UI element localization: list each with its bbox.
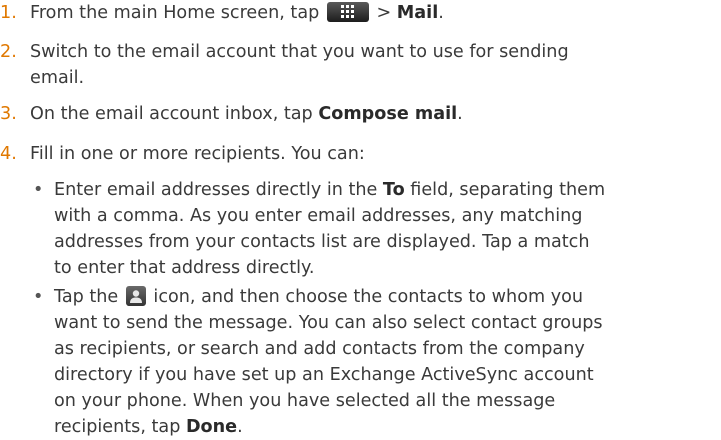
step-text-part: From the main Home screen, tap	[30, 3, 320, 23]
step-text: From the main Home screen, tap > Mail.	[30, 0, 720, 26]
bullet-text-line: as recipients, or search and add contact…	[54, 339, 585, 359]
done-label: Done	[185, 417, 238, 437]
text-part: Enter email addresses directly in the	[54, 180, 383, 200]
step-number: 1.	[0, 3, 17, 23]
compose-mail-label: Compose mail	[318, 104, 458, 124]
step-text-part: .	[457, 104, 463, 124]
step-number: 4.	[0, 144, 17, 164]
bullet-marker: •	[33, 287, 44, 307]
contact-person-icon	[125, 286, 146, 306]
mail-label: Mail	[396, 3, 439, 23]
step-number: 3.	[0, 104, 17, 124]
text-part: Tap the	[54, 287, 124, 307]
bullet-text-line: want to send the message. You can also s…	[54, 313, 603, 333]
bullet-text-line: on your phone. When you have selected al…	[54, 391, 556, 411]
step-text-line: email.	[30, 68, 85, 88]
step-text: Switch to the email account that you wan…	[30, 39, 720, 91]
bullet-text-line: recipients, tap Done.	[54, 414, 719, 440]
bullet-text-line: Enter email addresses directly in the To…	[54, 177, 719, 203]
bullet-text-line: directory if you have set up an Exchange…	[54, 365, 594, 385]
step-text-line: Switch to the email account that you wan…	[30, 42, 569, 62]
bullet-text-line: Tap the icon, and then choose the contac…	[54, 284, 719, 310]
step-text: On the email account inbox, tap Compose …	[30, 101, 720, 127]
step-text-part: >	[376, 3, 397, 23]
bullet-text: Enter email addresses directly in the To…	[54, 177, 719, 281]
bullet-text: Tap the icon, and then choose the contac…	[54, 284, 719, 440]
bullet-text-line: to enter that address directly.	[54, 258, 315, 278]
step-text-part: .	[438, 3, 444, 23]
text-part: field, separating them	[404, 180, 606, 200]
bullet-marker: •	[33, 180, 44, 200]
step-number: 2.	[0, 42, 17, 62]
text-part: icon, and then choose the contacts to wh…	[147, 287, 584, 307]
to-field-label: To	[382, 180, 405, 200]
all-apps-icon	[326, 2, 369, 22]
step-text-part: On the email account inbox, tap	[30, 104, 319, 124]
bullet-text-line: addresses from your contacts list are di…	[54, 232, 590, 252]
step-text: Fill in one or more recipients. You can:	[30, 144, 365, 164]
bullet-text-line: with a comma. As you enter email address…	[54, 206, 583, 226]
text-part: .	[237, 417, 243, 437]
text-part: recipients, tap	[54, 417, 186, 437]
